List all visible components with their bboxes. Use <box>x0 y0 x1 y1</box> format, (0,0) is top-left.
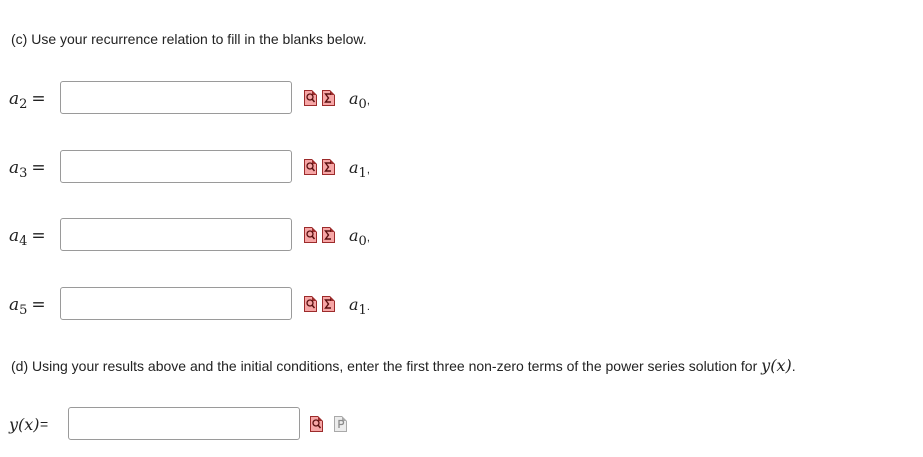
part-c-instructions: (c) Use your recurrence relation to fill… <box>11 31 367 47</box>
recurrence-row-a4: a4 = a0, <box>0 217 923 257</box>
power-series-input[interactable] <box>68 407 300 440</box>
answer-input-a4[interactable] <box>60 218 292 251</box>
equation-editor-icon[interactable] <box>322 296 335 312</box>
row-label: a5 = <box>9 295 46 318</box>
equation-editor-icon[interactable] <box>322 227 335 243</box>
row-coefficient: a1. <box>349 295 370 318</box>
recurrence-row-a2: a2 = a0, <box>0 80 923 120</box>
equation-editor-icon[interactable] <box>322 159 335 175</box>
row-label: a4 = <box>9 226 46 249</box>
preview-disabled-icon <box>334 416 347 432</box>
part-d-instructions: (d) Using your results above and the ini… <box>11 356 796 375</box>
answer-input-a2[interactable] <box>60 81 292 114</box>
preview-icon[interactable] <box>304 159 317 175</box>
part-d-expression: y(x) <box>761 356 792 375</box>
recurrence-row-a5: a5 = a1. <box>0 286 923 326</box>
part-d-end: . <box>791 358 796 374</box>
equation-editor-icon[interactable] <box>322 90 335 106</box>
answer-label: y(x) <box>9 415 40 434</box>
preview-icon[interactable] <box>304 296 317 312</box>
answer-input-a3[interactable] <box>60 150 292 183</box>
preview-icon[interactable] <box>304 90 317 106</box>
power-series-answer-row: y(x) = <box>0 406 923 446</box>
answer-input-a5[interactable] <box>60 287 292 320</box>
row-coefficient: a0, <box>349 226 370 249</box>
answer-equals: = <box>40 416 49 432</box>
preview-icon[interactable] <box>310 416 323 432</box>
row-label: a2 = <box>9 89 46 112</box>
row-coefficient: a1, <box>349 158 370 181</box>
recurrence-row-a3: a3 = a1, <box>0 149 923 189</box>
preview-icon[interactable] <box>304 227 317 243</box>
part-d-text: (d) Using your results above and the ini… <box>11 358 758 374</box>
row-label: a3 = <box>9 158 46 181</box>
row-coefficient: a0, <box>349 89 370 112</box>
